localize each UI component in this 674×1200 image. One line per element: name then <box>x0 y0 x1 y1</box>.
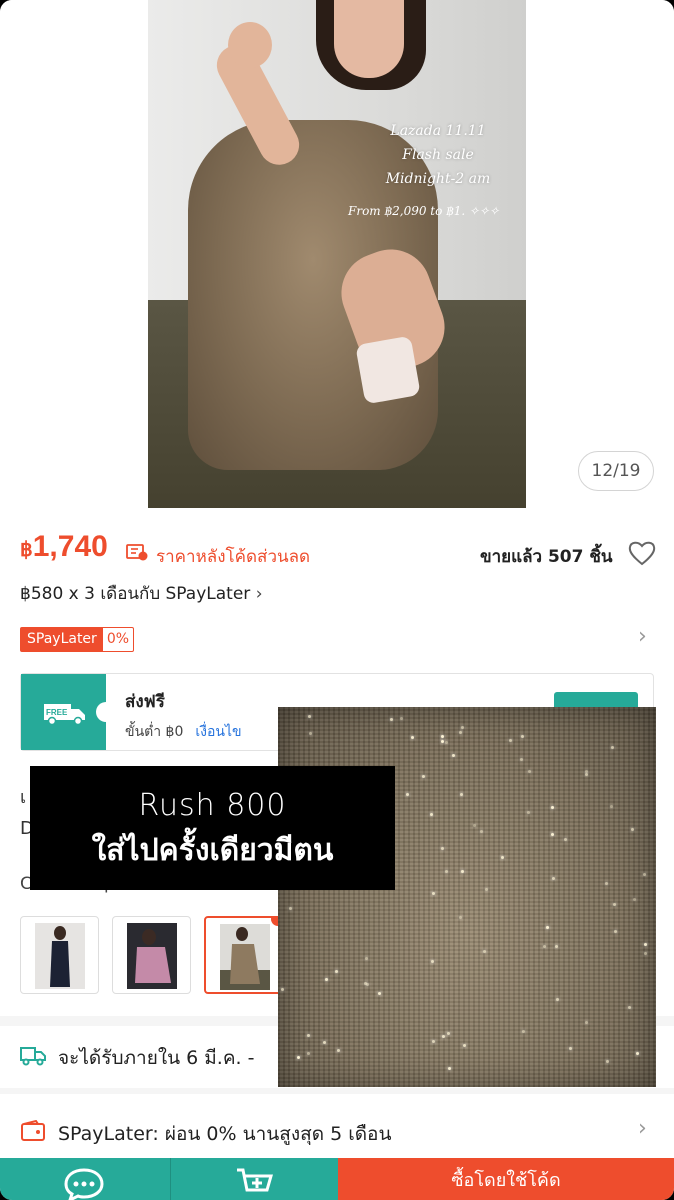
variant-black[interactable] <box>20 916 99 994</box>
product-page: Lazada 11.11 Flash sale Midnight-2 am Fr… <box>0 0 674 1200</box>
model-face <box>334 0 404 78</box>
sequin-sparkle <box>451 753 455 757</box>
coupon-icon <box>126 544 148 561</box>
delivery-truck-icon <box>20 1047 46 1066</box>
chat-button[interactable] <box>0 1158 170 1200</box>
sequin-sparkle <box>364 956 368 960</box>
promo-line3: Midnight-2 am <box>385 171 491 187</box>
variant-pink[interactable] <box>112 916 191 994</box>
image-counter: 12/19 <box>578 451 654 491</box>
sequin-sparkle <box>288 906 292 910</box>
shipping-condition-link[interactable]: เงื่อนไข <box>195 724 241 740</box>
sequin-sparkle <box>613 929 617 933</box>
buy-with-code-button[interactable]: ซื้อโดยใช้โค้ด <box>338 1158 674 1200</box>
sequin-sparkle <box>307 1033 311 1037</box>
sequin-sparkle <box>431 892 435 896</box>
heart-icon[interactable] <box>628 540 656 566</box>
sequin-sparkle <box>430 812 433 816</box>
price: ฿1,740 <box>20 530 108 563</box>
sequin-sparkle <box>458 730 462 734</box>
bottom-action-bar: ซื้อโดยใช้โค้ด <box>0 1158 674 1200</box>
product-photo[interactable]: Lazada 11.11 Flash sale Midnight-2 am Fr… <box>148 0 526 508</box>
product-gallery[interactable]: Lazada 11.11 Flash sale Midnight-2 am Fr… <box>0 0 674 510</box>
promo-line1: Lazada 11.11 <box>390 123 486 139</box>
sequin-sparkle <box>642 872 646 876</box>
sequin-sparkle <box>462 1044 466 1048</box>
chat-icon <box>64 1168 104 1200</box>
sequin-sparkle <box>410 735 414 739</box>
installment-link[interactable]: ฿580 x 3 เดือนกับ SPayLater › <box>20 580 263 607</box>
caption-sticker: Rush 800 ใส่ไปครั้งเดียวมีตน <box>30 766 395 890</box>
sequin-sparkle <box>554 945 558 949</box>
chevron-right-icon[interactable]: › <box>638 1116 647 1141</box>
delivery-estimate[interactable]: จะได้รับภายใน 6 มี.ค. - <box>58 1043 254 1073</box>
sequin-sparkle <box>606 1059 610 1063</box>
chevron-right-icon[interactable]: › <box>638 624 647 649</box>
sequin-sparkle <box>545 925 549 929</box>
partial-text: เ <box>20 787 27 808</box>
sequin-sparkle <box>563 837 567 841</box>
caption-line2: ใส่ไปครั้งเดียวมีตน <box>91 833 334 868</box>
sequin-sparkle <box>444 740 448 744</box>
spaylater-info[interactable]: SPayLater: ผ่อน 0% นานสูงสุด 5 เดือน <box>58 1119 391 1149</box>
fabric-closeup-photo <box>278 707 656 1087</box>
sold-count: ขายแล้ว 507 ชิ้น <box>480 547 613 567</box>
sequin-sparkle <box>628 1005 631 1009</box>
sequin-sparkle <box>446 1031 450 1035</box>
svg-text:FREE: FREE <box>46 708 68 717</box>
sequin-sparkle <box>519 757 523 761</box>
shipping-title: ส่งฟรี <box>125 692 165 712</box>
add-cart-icon <box>237 1168 273 1192</box>
spaylater-tag[interactable]: SPayLater 0% <box>20 627 135 652</box>
chevron-right-icon: › <box>255 584 263 604</box>
shipping-min: ขั้นต่ำ ฿0 เงื่อนไข <box>125 724 242 740</box>
wallet-icon <box>21 1120 45 1141</box>
variant-taupe[interactable] <box>204 916 283 994</box>
sequin-sparkle <box>440 735 444 739</box>
add-to-cart-button[interactable] <box>170 1158 338 1200</box>
free-truck-icon: FREE <box>44 704 85 726</box>
sequin-sparkle <box>508 739 512 743</box>
promo-line2: Flash sale <box>402 147 474 163</box>
sequin-sparkle <box>555 998 559 1002</box>
variant-selector <box>20 916 283 994</box>
sequin-sparkle <box>405 793 409 797</box>
caption-line1: Rush 800 <box>138 788 287 823</box>
coupon-price-label: ราคาหลังโค้ดส่วนลด <box>156 547 311 567</box>
sequin-sparkle <box>430 960 434 964</box>
sequin-sparkle <box>447 1066 451 1070</box>
promo-from: From ฿2,090 to ฿1. ✧✧✧ <box>348 204 500 218</box>
sequin-sparkle <box>460 792 464 796</box>
